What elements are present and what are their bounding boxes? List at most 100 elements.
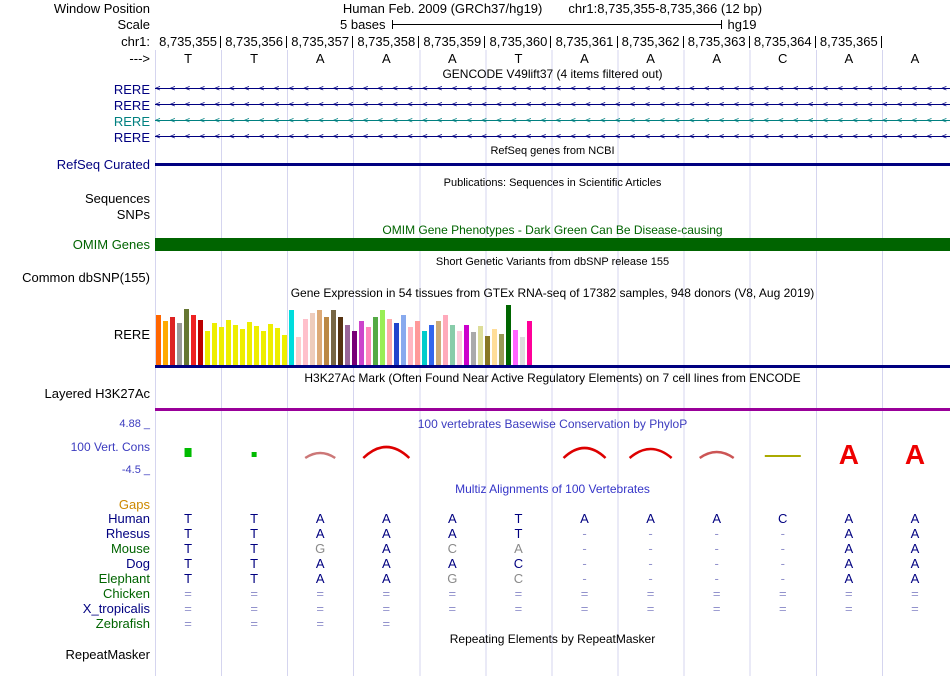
- track-title-publications[interactable]: Publications: Sequences in Scientific Ar…: [155, 177, 950, 189]
- gtex-expression-bar[interactable]: [198, 320, 203, 365]
- gene-label[interactable]: RERE: [0, 98, 155, 113]
- track-title-h3k27ac[interactable]: H3K27Ac Mark (Often Found Near Active Re…: [155, 371, 950, 385]
- coordinate-tick[interactable]: 8,735,360: [485, 34, 551, 49]
- gtex-expression-bar[interactable]: [289, 310, 294, 365]
- coordinate-ruler[interactable]: 8,735,3558,735,3568,735,3578,735,3588,73…: [155, 34, 950, 49]
- gtex-bar-chart[interactable]: [156, 305, 532, 365]
- track-title-dbsnp[interactable]: Short Genetic Variants from dbSNP releas…: [155, 256, 950, 268]
- gtex-expression-bar[interactable]: [268, 324, 273, 365]
- gtex-expression-bar[interactable]: [324, 317, 329, 365]
- gtex-expression-bar[interactable]: [408, 327, 413, 365]
- gtex-expression-bar[interactable]: [170, 317, 175, 365]
- gtex-expression-bar[interactable]: [177, 323, 182, 365]
- species-label[interactable]: X_tropicalis: [0, 601, 155, 616]
- track-title-omim[interactable]: OMIM Gene Phenotypes - Dark Green Can Be…: [155, 223, 950, 237]
- gtex-expression-bar[interactable]: [506, 305, 511, 365]
- gtex-expression-bar[interactable]: [394, 323, 399, 365]
- gtex-expression-bar[interactable]: [205, 331, 210, 365]
- track-title-repeatmasker[interactable]: Repeating Elements by RepeatMasker: [155, 632, 950, 646]
- species-label[interactable]: Elephant: [0, 571, 155, 586]
- gtex-expression-bar[interactable]: [317, 310, 322, 365]
- gtex-expression-bar[interactable]: [380, 310, 385, 365]
- gtex-expression-bar[interactable]: [527, 321, 532, 365]
- gene-label[interactable]: RERE: [0, 130, 155, 145]
- gtex-expression-bar[interactable]: [520, 337, 525, 365]
- gtex-expression-bar[interactable]: [443, 315, 448, 365]
- gtex-expression-bar[interactable]: [331, 310, 336, 365]
- gtex-expression-bar[interactable]: [261, 331, 266, 365]
- gtex-expression-bar[interactable]: [191, 315, 196, 365]
- gtex-expression-bar[interactable]: [471, 332, 476, 365]
- gtex-expression-bar[interactable]: [296, 337, 301, 365]
- gene-label[interactable]: RERE: [0, 82, 155, 97]
- gene-label[interactable]: RERE: [0, 114, 155, 129]
- refseq-track-label[interactable]: RefSeq Curated: [0, 157, 155, 172]
- gtex-expression-bar[interactable]: [366, 327, 371, 365]
- gtex-expression-bar[interactable]: [359, 321, 364, 365]
- coordinate-tick[interactable]: 8,735,355: [155, 34, 221, 49]
- gene-intron-arrows-icon[interactable]: < < < < < < < < < < < < < < < < < < < < …: [155, 130, 950, 144]
- gtex-expression-bar[interactable]: [387, 319, 392, 365]
- track-title-phylop[interactable]: 100 vertebrates Basewise Conservation by…: [155, 417, 950, 431]
- gene-intron-arrows-icon[interactable]: < < < < < < < < < < < < < < < < < < < < …: [155, 114, 950, 128]
- gtex-expression-bar[interactable]: [422, 331, 427, 365]
- coordinate-tick[interactable]: 8,735,357: [287, 34, 353, 49]
- gtex-expression-bar[interactable]: [226, 320, 231, 365]
- h3k27ac-track-label[interactable]: Layered H3K27Ac: [0, 386, 155, 401]
- gtex-expression-bar[interactable]: [492, 329, 497, 365]
- gtex-expression-bar[interactable]: [373, 317, 378, 365]
- gtex-expression-bar[interactable]: [464, 325, 469, 365]
- gtex-expression-bar[interactable]: [310, 313, 315, 365]
- species-label[interactable]: Rhesus: [0, 526, 155, 541]
- coordinate-tick[interactable]: 8,735,359: [419, 34, 485, 49]
- gtex-expression-bar[interactable]: [163, 321, 168, 365]
- gtex-expression-bar[interactable]: [240, 329, 245, 365]
- h3k27ac-signal-line[interactable]: [155, 408, 950, 411]
- gene-row[interactable]: RERE < < < < < < < < < < < < < < < < < <…: [0, 113, 950, 129]
- gtex-expression-bar[interactable]: [219, 327, 224, 365]
- phylop-track-label[interactable]: 100 Vert. Cons: [71, 440, 150, 454]
- gtex-expression-bar[interactable]: [485, 336, 490, 365]
- gtex-expression-bar[interactable]: [478, 326, 483, 365]
- sequences-track-label[interactable]: Sequences: [0, 191, 155, 206]
- phylop-conservation-plot[interactable]: AA: [155, 431, 948, 479]
- gtex-expression-bar[interactable]: [184, 309, 189, 365]
- omim-track-label[interactable]: OMIM Genes: [0, 237, 155, 252]
- species-label[interactable]: Chicken: [0, 586, 155, 601]
- coordinate-tick[interactable]: 8,735,363: [684, 34, 750, 49]
- gtex-expression-bar[interactable]: [436, 321, 441, 365]
- gtex-track-label[interactable]: RERE: [0, 327, 155, 342]
- gtex-expression-bar[interactable]: [345, 325, 350, 365]
- dbsnp-track-label[interactable]: Common dbSNP(155): [0, 270, 155, 285]
- coordinate-tick[interactable]: 8,735,364: [750, 34, 816, 49]
- gene-row[interactable]: RERE < < < < < < < < < < < < < < < < < <…: [0, 97, 950, 113]
- gtex-expression-bar[interactable]: [450, 325, 455, 365]
- coordinate-tick[interactable]: 8,735,361: [551, 34, 617, 49]
- gtex-expression-bar[interactable]: [457, 331, 462, 365]
- coordinate-tick[interactable]: 8,735,365: [816, 34, 882, 49]
- species-label[interactable]: Dog: [0, 556, 155, 571]
- species-label[interactable]: Human: [0, 511, 155, 526]
- gtex-expression-bar[interactable]: [415, 321, 420, 365]
- track-title-multiz[interactable]: Multiz Alignments of 100 Vertebrates: [155, 482, 950, 496]
- coordinate-tick[interactable]: 8,735,358: [353, 34, 419, 49]
- species-label[interactable]: Zebrafish: [0, 616, 155, 631]
- gtex-expression-bar[interactable]: [247, 322, 252, 365]
- gtex-expression-bar[interactable]: [513, 330, 518, 365]
- repeatmasker-track-label[interactable]: RepeatMasker: [0, 647, 155, 662]
- gene-row[interactable]: RERE < < < < < < < < < < < < < < < < < <…: [0, 81, 950, 97]
- gtex-expression-bar[interactable]: [254, 326, 259, 365]
- gtex-expression-bar[interactable]: [275, 328, 280, 365]
- gtex-expression-bar[interactable]: [338, 317, 343, 365]
- gene-intron-arrows-icon[interactable]: < < < < < < < < < < < < < < < < < < < < …: [155, 82, 950, 96]
- track-title-gencode[interactable]: GENCODE V49lift37 (4 items filtered out): [155, 67, 950, 81]
- gene-intron-arrows-icon[interactable]: < < < < < < < < < < < < < < < < < < < < …: [155, 98, 950, 112]
- track-title-refseq[interactable]: RefSeq genes from NCBI: [155, 145, 950, 157]
- gaps-row-label[interactable]: Gaps: [0, 497, 155, 512]
- gtex-expression-bar[interactable]: [499, 334, 504, 365]
- gtex-expression-bar[interactable]: [156, 315, 161, 365]
- gtex-expression-bar[interactable]: [282, 335, 287, 365]
- track-title-gtex[interactable]: Gene Expression in 54 tissues from GTEx …: [155, 286, 950, 300]
- omim-gene-bar[interactable]: [155, 238, 950, 251]
- gtex-expression-bar[interactable]: [401, 315, 406, 365]
